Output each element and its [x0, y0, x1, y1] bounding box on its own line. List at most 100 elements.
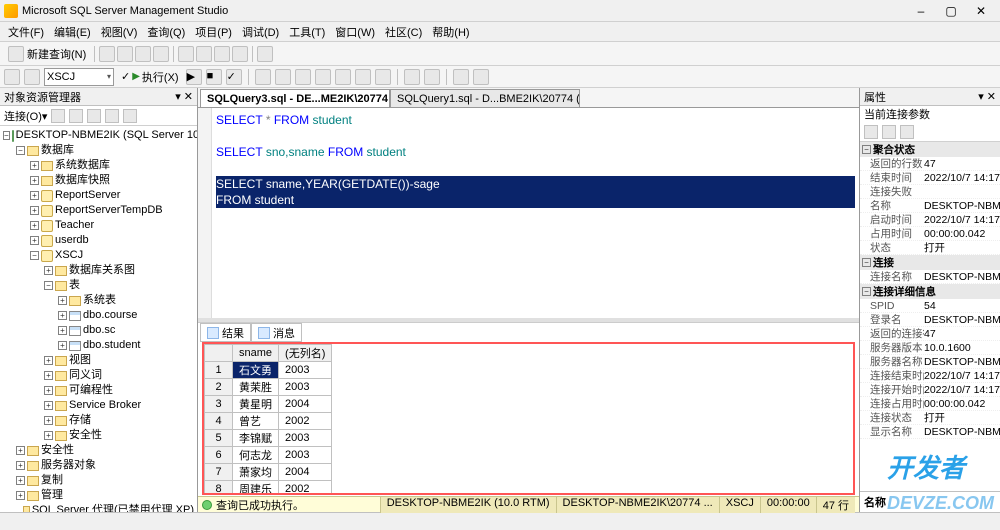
- property-row[interactable]: 连接名称DESKTOP-NBME2: [860, 270, 1000, 284]
- minimize-button[interactable]: –: [906, 4, 936, 18]
- expand-icon[interactable]: +: [44, 371, 53, 380]
- property-row[interactable]: 显示名称DESKTOP-NBME2: [860, 425, 1000, 439]
- refresh-icon[interactable]: [123, 109, 137, 123]
- tree-node[interactable]: +同义词: [2, 368, 195, 383]
- tree-node[interactable]: +视图: [2, 353, 195, 368]
- property-row[interactable]: 返回的行数47: [860, 157, 1000, 171]
- tree-node[interactable]: +userdb: [2, 233, 195, 248]
- execute-button[interactable]: ✓ ▶ 执行(X): [118, 69, 182, 85]
- toolbar-icon[interactable]: [232, 46, 248, 62]
- collapse-icon[interactable]: −: [862, 287, 871, 296]
- tab-messages[interactable]: 消息: [251, 323, 302, 342]
- menu-view[interactable]: 视图(V): [97, 22, 142, 42]
- tree-node[interactable]: +数据库快照: [2, 173, 195, 188]
- toolbar-icon[interactable]: [375, 69, 391, 85]
- toolbar-icon[interactable]: [275, 69, 291, 85]
- column-header[interactable]: sname: [233, 345, 279, 362]
- tree-node[interactable]: +dbo.student: [2, 338, 195, 353]
- activity-icon[interactable]: [257, 46, 273, 62]
- collapse-icon[interactable]: −: [862, 258, 871, 267]
- categorize-icon[interactable]: [864, 125, 878, 139]
- expand-icon[interactable]: +: [30, 161, 39, 170]
- toolbar-icon[interactable]: [315, 69, 331, 85]
- property-row[interactable]: 返回的连接行数47: [860, 327, 1000, 341]
- expand-icon[interactable]: +: [44, 386, 53, 395]
- property-category[interactable]: −连接详细信息: [860, 284, 1000, 299]
- comment-icon[interactable]: [453, 69, 469, 85]
- object-tree[interactable]: − DESKTOP-NBME2IK (SQL Server 10.0.160 −…: [0, 126, 197, 512]
- new-query-button[interactable]: 新建查询(N): [4, 46, 90, 62]
- table-row[interactable]: 3黄星明2004: [205, 396, 332, 413]
- property-row[interactable]: SPID54: [860, 299, 1000, 313]
- expand-icon[interactable]: −: [44, 281, 53, 290]
- toolbar-icon[interactable]: [355, 69, 371, 85]
- tree-node[interactable]: +数据库关系图: [2, 263, 195, 278]
- tree-node[interactable]: +ReportServerTempDB: [2, 203, 195, 218]
- debug-icon[interactable]: ▶: [186, 69, 202, 85]
- property-row[interactable]: 连接结束时间2022/10/7 14:17:: [860, 369, 1000, 383]
- tree-node[interactable]: −XSCJ: [2, 248, 195, 263]
- database-combo[interactable]: XSCJ▾: [44, 68, 114, 86]
- collapse-icon[interactable]: −: [862, 145, 871, 154]
- toolbar-icon[interactable]: [153, 46, 169, 62]
- expand-icon[interactable]: +: [30, 206, 39, 215]
- menu-project[interactable]: 项目(P): [191, 22, 236, 42]
- menu-help[interactable]: 帮助(H): [428, 22, 473, 42]
- property-row[interactable]: 连接占用时间00:00:00.042: [860, 397, 1000, 411]
- table-row[interactable]: 2黄茉胜2003: [205, 379, 332, 396]
- tree-node[interactable]: +系统数据库: [2, 158, 195, 173]
- tree-node[interactable]: −表: [2, 278, 195, 293]
- pane-close-icon[interactable]: ▾ ✕: [978, 90, 996, 103]
- outdent-icon[interactable]: [424, 69, 440, 85]
- expand-icon[interactable]: +: [16, 476, 25, 485]
- sql-editor[interactable]: SELECT * FROM student SELECT sno,sname F…: [198, 108, 859, 318]
- property-row[interactable]: 连接开始时间2022/10/7 14:17:: [860, 383, 1000, 397]
- property-row[interactable]: 服务器版本10.0.1600: [860, 341, 1000, 355]
- alpha-icon[interactable]: [882, 125, 896, 139]
- menu-community[interactable]: 社区(C): [381, 22, 426, 42]
- expand-icon[interactable]: +: [44, 356, 53, 365]
- collapse-icon[interactable]: −: [3, 131, 10, 140]
- property-row[interactable]: 连接失败: [860, 185, 1000, 199]
- table-row[interactable]: 4曾艺2002: [205, 413, 332, 430]
- save-all-icon[interactable]: [214, 46, 230, 62]
- tree-node[interactable]: +ReportServer: [2, 188, 195, 203]
- table-row[interactable]: 5李锦赋2003: [205, 430, 332, 447]
- toolbar-icon[interactable]: [117, 46, 133, 62]
- expand-icon[interactable]: −: [30, 251, 39, 260]
- expand-icon[interactable]: +: [16, 491, 25, 500]
- toolbar-icon[interactable]: [99, 46, 115, 62]
- expand-icon[interactable]: +: [30, 221, 39, 230]
- expand-icon[interactable]: +: [16, 461, 25, 470]
- tree-root[interactable]: − DESKTOP-NBME2IK (SQL Server 10.0.160: [2, 128, 195, 143]
- tree-node[interactable]: +安全性: [2, 428, 195, 443]
- expand-icon[interactable]: +: [16, 446, 25, 455]
- expand-icon[interactable]: +: [44, 401, 53, 410]
- uncomment-icon[interactable]: [473, 69, 489, 85]
- table-row[interactable]: 7萧家均2004: [205, 464, 332, 481]
- expand-icon[interactable]: +: [58, 296, 67, 305]
- tree-node[interactable]: +安全性: [2, 443, 195, 458]
- tree-node[interactable]: +可编程性: [2, 383, 195, 398]
- expand-icon[interactable]: +: [30, 176, 39, 185]
- expand-icon[interactable]: +: [58, 326, 67, 335]
- tree-node[interactable]: +存储: [2, 413, 195, 428]
- column-header[interactable]: (无列名): [279, 345, 332, 362]
- tree-node[interactable]: +服务器对象: [2, 458, 195, 473]
- save-icon[interactable]: [196, 46, 212, 62]
- menu-file[interactable]: 文件(F): [4, 22, 48, 42]
- menu-edit[interactable]: 编辑(E): [50, 22, 95, 42]
- table-row[interactable]: 8周建乐2002: [205, 481, 332, 496]
- property-category[interactable]: −聚合状态: [860, 142, 1000, 157]
- menu-debug[interactable]: 调试(D): [238, 22, 283, 42]
- toolbar-icon[interactable]: [255, 69, 271, 85]
- tree-node[interactable]: +Teacher: [2, 218, 195, 233]
- tree-node[interactable]: +管理: [2, 488, 195, 503]
- open-icon[interactable]: [178, 46, 194, 62]
- tree-node[interactable]: +dbo.course: [2, 308, 195, 323]
- menu-tools[interactable]: 工具(T): [285, 22, 329, 42]
- refresh-icon[interactable]: [51, 109, 65, 123]
- expand-icon[interactable]: +: [44, 431, 53, 440]
- property-row[interactable]: 服务器名称DESKTOP-NBME2: [860, 355, 1000, 369]
- toolbar-icon[interactable]: [335, 69, 351, 85]
